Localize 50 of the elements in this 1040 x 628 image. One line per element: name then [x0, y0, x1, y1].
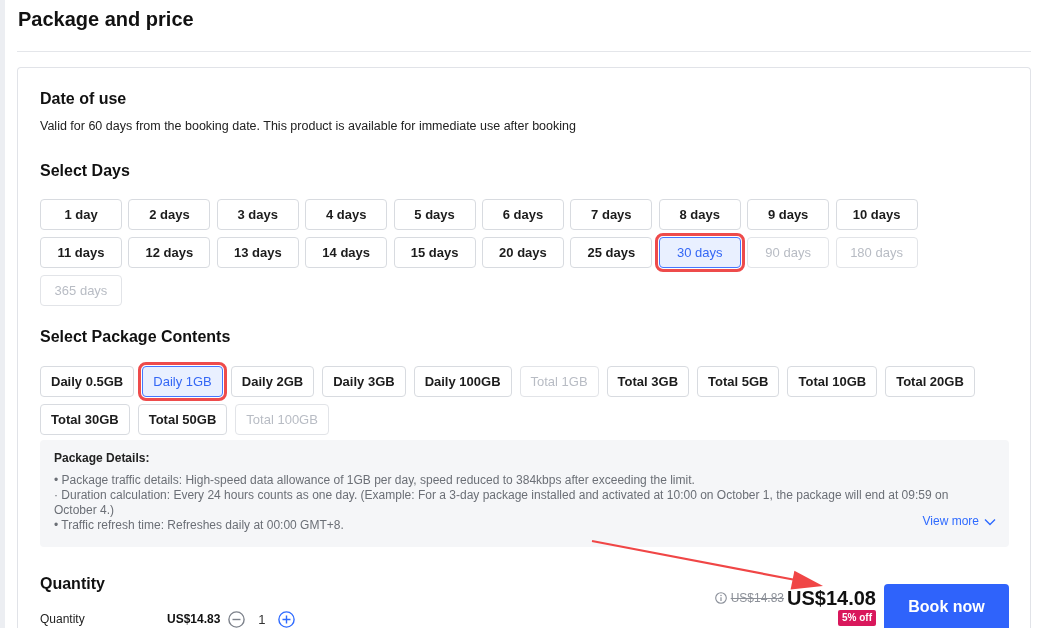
day-option[interactable]: 15 days: [393, 237, 476, 268]
details-text: • Traffic refresh time: Refreshes daily at 00:00 GMT+8.: [54, 518, 344, 533]
unit-price: US$14.83: [167, 612, 221, 626]
package-option[interactable]: Daily 0.5GB: [40, 366, 135, 397]
day-option[interactable]: 14 days: [305, 237, 388, 268]
section-heading: Quantity: [40, 574, 106, 594]
day-option[interactable]: 25 days: [570, 237, 653, 268]
day-option[interactable]: 4 days: [305, 199, 388, 230]
day-option[interactable]: 13 days: [216, 237, 299, 268]
package-option[interactable]: Total 3GB: [606, 366, 690, 397]
package-option[interactable]: Total 50GB: [137, 404, 228, 435]
view-more-link[interactable]: View more: [922, 514, 996, 529]
package-option[interactable]: Total 30GB: [40, 404, 130, 435]
quantity-value: 1: [257, 611, 267, 627]
day-option[interactable]: 6 days: [481, 199, 564, 230]
section-heading: Date of use: [40, 89, 128, 109]
details-text: · Duration calculation: Every 24 hours counts as one day. (Example: For a 3-day package installed and activated at 10:00 on October 1, the package will end at 09:59 on October 4.): [54, 488, 950, 517]
package-option[interactable]: Daily 100GB: [413, 366, 512, 397]
section-heading: Select Package Contents: [40, 327, 232, 347]
page-title: Package and price: [18, 7, 195, 32]
validity-text: Valid for 60 days from the booking date. This product is available for immediate use after booking: [40, 118, 577, 135]
package-option[interactable]: Daily 3GB: [322, 366, 406, 397]
package-option[interactable]: Daily 2GB: [230, 366, 315, 397]
day-option[interactable]: 3 days: [216, 199, 299, 230]
day-option[interactable]: 10 days: [835, 199, 918, 230]
day-option[interactable]: 2 days: [128, 199, 211, 230]
day-option[interactable]: 9 days: [747, 199, 830, 230]
day-option[interactable]: 12 days: [128, 237, 211, 268]
package-option[interactable]: Total 5GB: [697, 366, 780, 397]
current-price: US$14.08: [787, 586, 876, 610]
day-option[interactable]: 20 days: [481, 237, 564, 268]
package-option[interactable]: Total 10GB: [787, 366, 878, 397]
day-option[interactable]: 11 days: [40, 237, 122, 268]
day-option[interactable]: 8 days: [658, 199, 741, 230]
details-text: • Package traffic details: High-speed data allowance of 1GB per day, speed reduced to 384kbps after exceeding the limit.: [54, 473, 696, 488]
section-heading: Select Days: [40, 161, 131, 181]
day-option[interactable]: 5 days: [393, 199, 476, 230]
book-now-button[interactable]: Book now: [884, 584, 1009, 628]
chevron-down-icon: [984, 517, 996, 526]
details-heading: Package Details:: [54, 451, 151, 466]
discount-badge: 5% off: [838, 610, 876, 626]
info-icon: [714, 592, 727, 604]
increase-button[interactable]: [278, 610, 296, 628]
minus-circle-icon: [228, 610, 246, 628]
day-option[interactable]: 1 day: [40, 199, 122, 230]
plus-circle-icon: [278, 610, 296, 628]
quantity-label: Quantity: [40, 612, 86, 626]
day-option[interactable]: 7 days: [570, 199, 653, 230]
package-option[interactable]: Total 20GB: [885, 366, 975, 397]
original-price: US$14.83: [730, 591, 785, 605]
